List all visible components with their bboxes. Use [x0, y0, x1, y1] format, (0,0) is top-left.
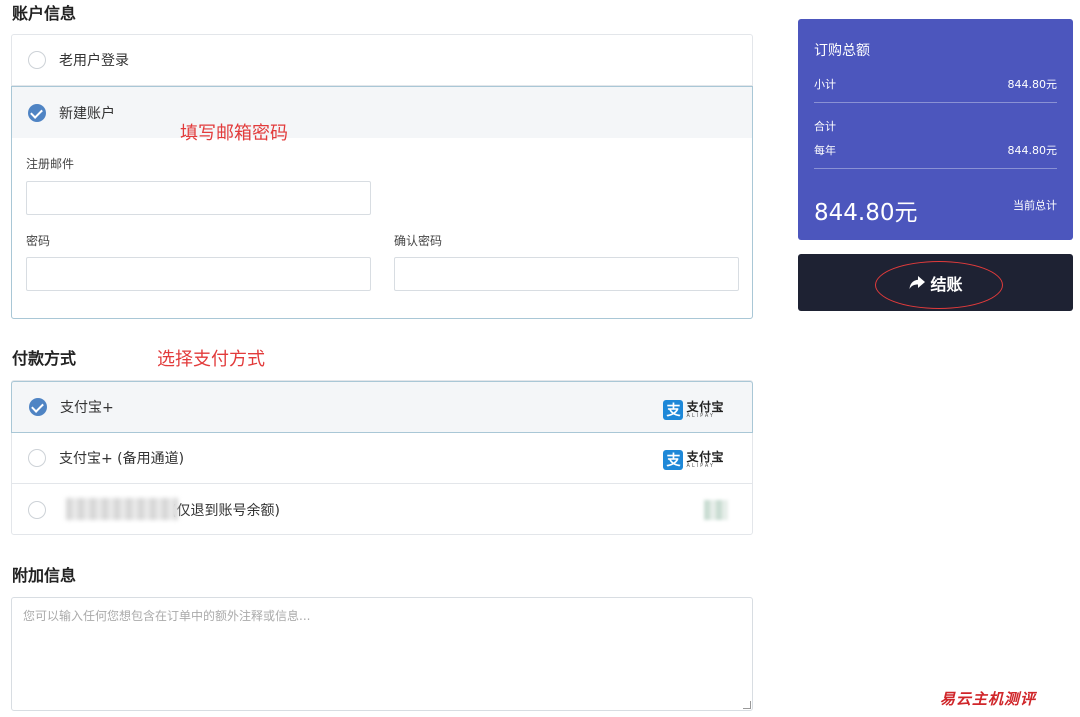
summary-title: 订购总额	[814, 43, 870, 59]
radio-icon[interactable]	[28, 500, 46, 519]
watermark: 易云主机测评	[940, 690, 1037, 708]
grand-total: 844.80元	[814, 200, 918, 226]
blurred-text	[66, 498, 178, 520]
radio-icon[interactable]	[28, 449, 46, 467]
annotation-fill-email: 填写邮箱密码	[180, 123, 288, 144]
alipay-icon: 支	[663, 450, 684, 470]
password-label: 密码	[26, 234, 51, 248]
account-section-title: 账户信息	[12, 4, 77, 23]
account-card: 老用户登录 新建账户 注册邮件 密码 确认密码	[11, 34, 753, 319]
annotation-choose-payment: 选择支付方式	[157, 349, 265, 370]
subtotal-row: 小计 844.80元	[814, 78, 1057, 91]
radio-checked-icon[interactable]	[29, 398, 47, 416]
checkout-label: 结账	[930, 274, 963, 294]
email-field[interactable]	[26, 181, 371, 215]
payment-section-title: 付款方式	[12, 349, 77, 368]
payment-option-label: 支付宝+ (备用通道)	[59, 451, 185, 467]
grand-total-label: 当前总计	[1013, 199, 1057, 212]
payment-option-label: 支付宝+	[60, 400, 114, 416]
new-account-label: 新建账户	[59, 105, 115, 122]
resize-handle-icon[interactable]	[743, 701, 751, 709]
existing-user-option[interactable]: 老用户登录	[12, 35, 752, 86]
confirm-password-field[interactable]	[394, 257, 739, 291]
alipay-logo: 支 支付宝 ALIPAY	[663, 400, 724, 420]
existing-user-label: 老用户登录	[59, 53, 129, 69]
radio-icon[interactable]	[28, 51, 46, 69]
confirm-password-label: 确认密码	[394, 234, 443, 248]
email-label: 注册邮件	[26, 157, 75, 171]
payment-option-balance[interactable]: (仅退到账号余额)	[12, 484, 752, 535]
password-field[interactable]	[26, 257, 371, 291]
order-summary: 订购总额 小计 844.80元 合计 每年 844.80元 844.80元 当前…	[798, 19, 1073, 240]
summary-divider	[814, 168, 1057, 169]
total-label-row: 合计	[814, 120, 836, 133]
additional-section-title: 附加信息	[12, 566, 77, 585]
payment-option-alipay[interactable]: 支付宝+ 支 支付宝 ALIPAY	[11, 381, 753, 433]
new-account-option[interactable]: 新建账户	[12, 86, 752, 138]
blurred-logo-icon	[704, 500, 728, 520]
payment-option-label: (仅退到账号余额)	[171, 502, 280, 519]
checkout-button[interactable]: 结账	[798, 254, 1073, 311]
payment-option-alipay-backup[interactable]: 支付宝+ (备用通道) 支 支付宝 ALIPAY	[12, 433, 752, 484]
radio-checked-icon[interactable]	[28, 103, 46, 122]
share-arrow-icon	[908, 275, 926, 291]
notes-textarea[interactable]: 您可以输入任何您想包含在订单中的额外注释或信息...	[11, 597, 753, 711]
alipay-icon: 支	[663, 400, 684, 420]
yearly-row: 每年 844.80元	[814, 144, 1057, 157]
payment-card: 支付宝+ 支 支付宝 ALIPAY 支付宝+ (备用通道) 支 支付宝 ALIP…	[11, 380, 753, 535]
summary-divider	[814, 102, 1057, 103]
alipay-logo: 支 支付宝 ALIPAY	[663, 450, 724, 470]
